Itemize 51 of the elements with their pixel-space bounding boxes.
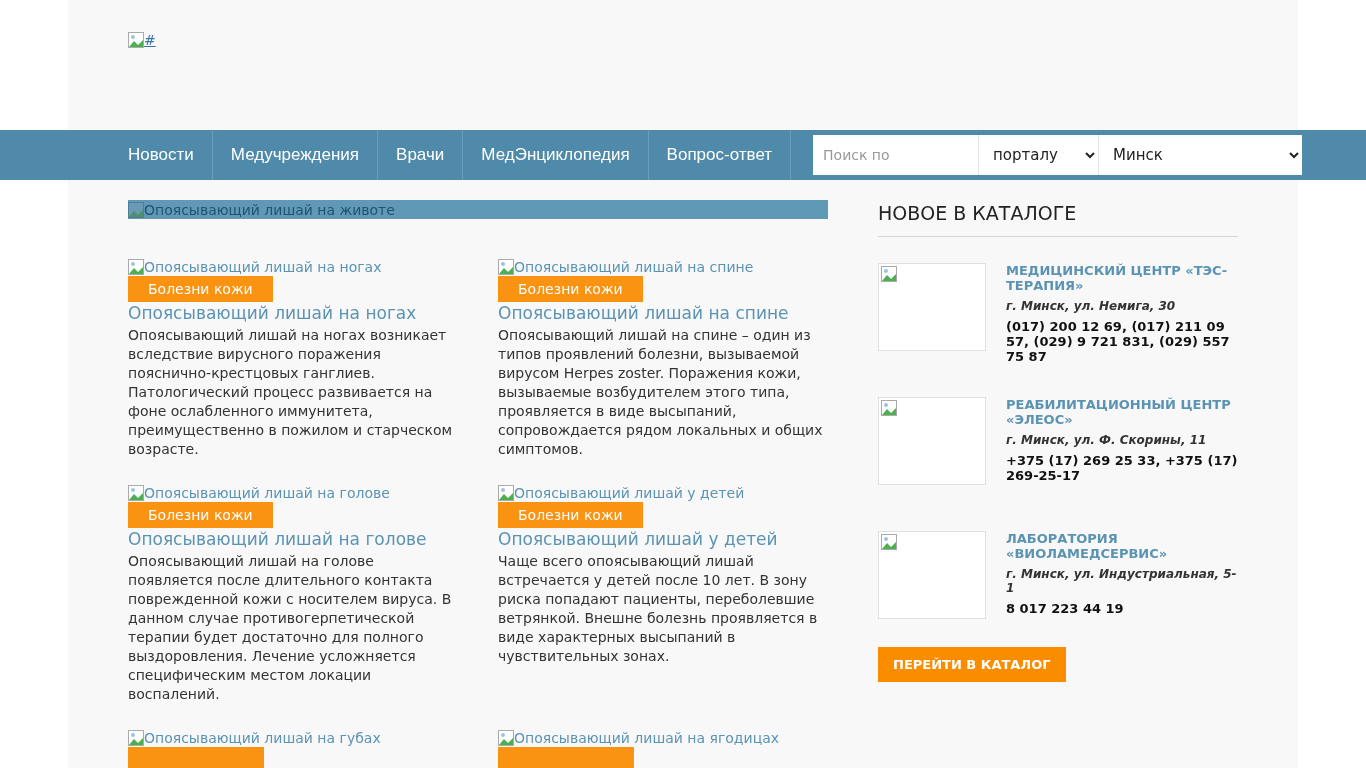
clinic-address: г. Минск, ул. Ф. Скорины, 11: [1006, 433, 1207, 447]
article-summary: Опоясывающий лишай на спине – один из типов проявлений болезни, вызываемой вирусом Herpes zoster. Поражения кожи, вызываемые возбудителем этого типа, проявляется в виде высыпаний, сопровождается рядом локальных и общих симптомов.: [498, 326, 824, 459]
clinic-phones: +375 (17) 269 25 33, +375 (17) 269-25-17: [1006, 453, 1238, 483]
category-tag[interactable]: Болезни кожи: [498, 502, 643, 528]
broken-image-icon: [498, 485, 514, 501]
broken-image-icon: [881, 400, 897, 416]
article-image-link[interactable]: Опоясывающий лишай на голове: [128, 485, 390, 501]
article-summary: Опоясывающий лишай на ногах возникает вследствие вирусного поражения пояснично-крестцовых ганглиев. Патологический процесс развивается на фоне ослабленного иммунитета, преимущественно в пожилом и старческом возрасте.: [128, 326, 454, 459]
broken-image-icon: [881, 534, 897, 550]
article-image-link[interactable]: Опоясывающий лишай на спине: [498, 259, 754, 275]
article-image-link[interactable]: Опоясывающий лишай на ягодицах: [498, 730, 780, 746]
article-title[interactable]: Опоясывающий лишай на ногах: [128, 303, 417, 323]
category-tag[interactable]: Болезни кожи: [128, 502, 273, 528]
clinic-phones: 8 017 223 44 19: [1006, 601, 1124, 616]
category-tag[interactable]: [498, 747, 634, 768]
clinic-thumbnail[interactable]: [878, 531, 986, 619]
article-title[interactable]: Опоясывающий лишай у детей: [498, 529, 778, 549]
article-image-link[interactable]: Опоясывающий лишай на ногах: [128, 259, 382, 275]
broken-image-icon: [128, 485, 144, 501]
city-dropdown[interactable]: Минск: [1098, 135, 1303, 175]
banner-image[interactable]: Опоясывающий лишай на животе: [128, 200, 828, 219]
clinic-name[interactable]: ЛАБОРАТОРИЯ «ВИОЛАМЕДСЕРВИС»: [1006, 531, 1238, 561]
category-tag[interactable]: Болезни кожи: [128, 276, 273, 302]
article-summary: Опоясывающий лишай на голове появляется после длительного контакта поврежденной кожи с носителем вируса. В данном случае противогерпетической терапии будет достаточно для полного выздоровления. Лечение усложняется специфическим местом локации воспалений.: [128, 552, 453, 704]
article-summary: Чаще всего опоясывающий лишай встречается у детей после 10 лет. В зону риска попадают пациенты, переболевшие ветрянкой. Внешне болезнь проявляется в виде характерных высыпаний в чувствительных зонах.: [498, 552, 819, 666]
broken-image-icon: [498, 259, 514, 275]
clinic-address: г. Минск, ул. Индустриальная, 5-1: [1006, 567, 1238, 595]
broken-image-icon: [128, 259, 144, 275]
clinic-address: г. Минск, ул. Немига, 30: [1006, 299, 1176, 313]
broken-image-icon: [128, 730, 144, 746]
section-heading: НОВОЕ В КАТАЛОГЕ: [878, 200, 1238, 237]
clinic-thumbnail[interactable]: [878, 397, 986, 485]
article-image-link[interactable]: Опоясывающий лишай на губах: [128, 730, 381, 746]
clinic-thumbnail[interactable]: [878, 263, 986, 351]
clinic-phones: (017) 200 12 69, (017) 211 09 57, (029) 9 721 831, (029) 557 75 87: [1006, 319, 1231, 364]
scope-dropdown[interactable]: порталу: [978, 135, 1099, 175]
article-title[interactable]: Опоясывающий лишай на спине: [498, 303, 789, 323]
category-tag[interactable]: [128, 747, 264, 768]
clinic-name[interactable]: РЕАБИЛИТАЦИОННЫЙ ЦЕНТР «ЭЛЕОС»: [1006, 397, 1238, 427]
broken-image-icon: [128, 32, 144, 48]
broken-image-icon: [128, 201, 144, 218]
article-image-link[interactable]: Опоясывающий лишай у детей: [498, 485, 745, 501]
catalog-button[interactable]: ПЕРЕЙТИ В КАТАЛОГ: [878, 647, 1066, 682]
image-alt-text: Опоясывающий лишай на животе: [144, 201, 395, 218]
logo-link[interactable]: #: [128, 32, 156, 48]
clinic-name[interactable]: МЕДИЦИНСКИЙ ЦЕНТР «ТЭС-ТЕРАПИЯ»: [1006, 263, 1238, 293]
broken-image-icon: [881, 266, 897, 282]
article-title[interactable]: Опоясывающий лишай на голове: [128, 529, 427, 549]
broken-image-icon: [498, 730, 514, 746]
search-field[interactable]: Поиск по: [813, 135, 979, 175]
category-tag[interactable]: Болезни кожи: [498, 276, 643, 302]
